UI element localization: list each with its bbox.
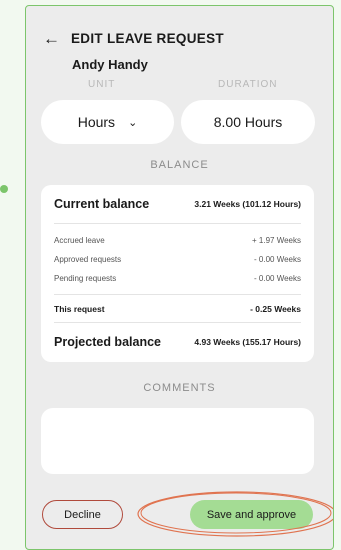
- balance-card: Current balance 3.21 Weeks (101.12 Hours…: [41, 185, 314, 362]
- chevron-down-icon: ⌄: [128, 116, 138, 129]
- detail-label: Approved requests: [54, 255, 122, 264]
- this-request-value: - 0.25 Weeks: [250, 303, 301, 314]
- detail-row-approved: Approved requests - 0.00 Weeks: [54, 250, 301, 269]
- this-request-row: This request - 0.25 Weeks: [54, 295, 301, 322]
- projected-balance-label: Projected balance: [54, 335, 161, 349]
- units-value: Hours: [77, 114, 116, 130]
- detail-value: - 0.00 Weeks: [254, 274, 301, 283]
- comments-section-title: COMMENTS: [143, 382, 216, 394]
- detail-value: + 1.97 Weeks: [252, 236, 301, 245]
- arrow-left-icon[interactable]: ←: [43, 30, 65, 47]
- page-title: EDIT LEAVE REQUEST: [71, 31, 224, 46]
- current-balance-label: Current balance: [54, 197, 150, 211]
- units-select[interactable]: Hours ⌄: [41, 100, 174, 144]
- header: ← EDIT LEAVE REQUEST: [43, 30, 224, 47]
- edit-leave-request-panel: ← EDIT LEAVE REQUEST Andy Handy UNIT DUR…: [25, 5, 334, 550]
- save-and-approve-button[interactable]: Save and approve: [190, 500, 313, 529]
- duration-label-clipped: DURATION: [218, 79, 278, 87]
- detail-row-accrued: Accrued leave + 1.97 Weeks: [54, 231, 301, 250]
- decline-button[interactable]: Decline: [42, 500, 123, 529]
- detail-value: - 0.00 Weeks: [254, 255, 301, 264]
- projected-balance-value: 4.93 Weeks (155.17 Hours): [194, 337, 301, 347]
- duration-value: 8.00 Hours: [213, 114, 283, 130]
- current-balance-value: 3.21 Weeks (101.12 Hours): [194, 199, 301, 209]
- annotation-dot: [0, 185, 8, 193]
- projected-balance-row: Projected balance 4.93 Weeks (155.17 Hou…: [54, 323, 301, 361]
- comments-input[interactable]: [41, 408, 314, 474]
- balance-details: Accrued leave + 1.97 Weeks Approved requ…: [54, 224, 301, 294]
- detail-label: Accrued leave: [54, 236, 105, 245]
- this-request-label: This request: [54, 303, 105, 314]
- units-label-clipped: UNIT: [88, 79, 116, 87]
- detail-label: Pending requests: [54, 274, 117, 283]
- duration-field[interactable]: 8.00 Hours: [181, 100, 315, 144]
- current-balance-row: Current balance 3.21 Weeks (101.12 Hours…: [54, 185, 301, 223]
- detail-row-pending: Pending requests - 0.00 Weeks: [54, 269, 301, 288]
- employee-name: Andy Handy: [72, 57, 148, 72]
- balance-section-title: BALANCE: [150, 159, 209, 171]
